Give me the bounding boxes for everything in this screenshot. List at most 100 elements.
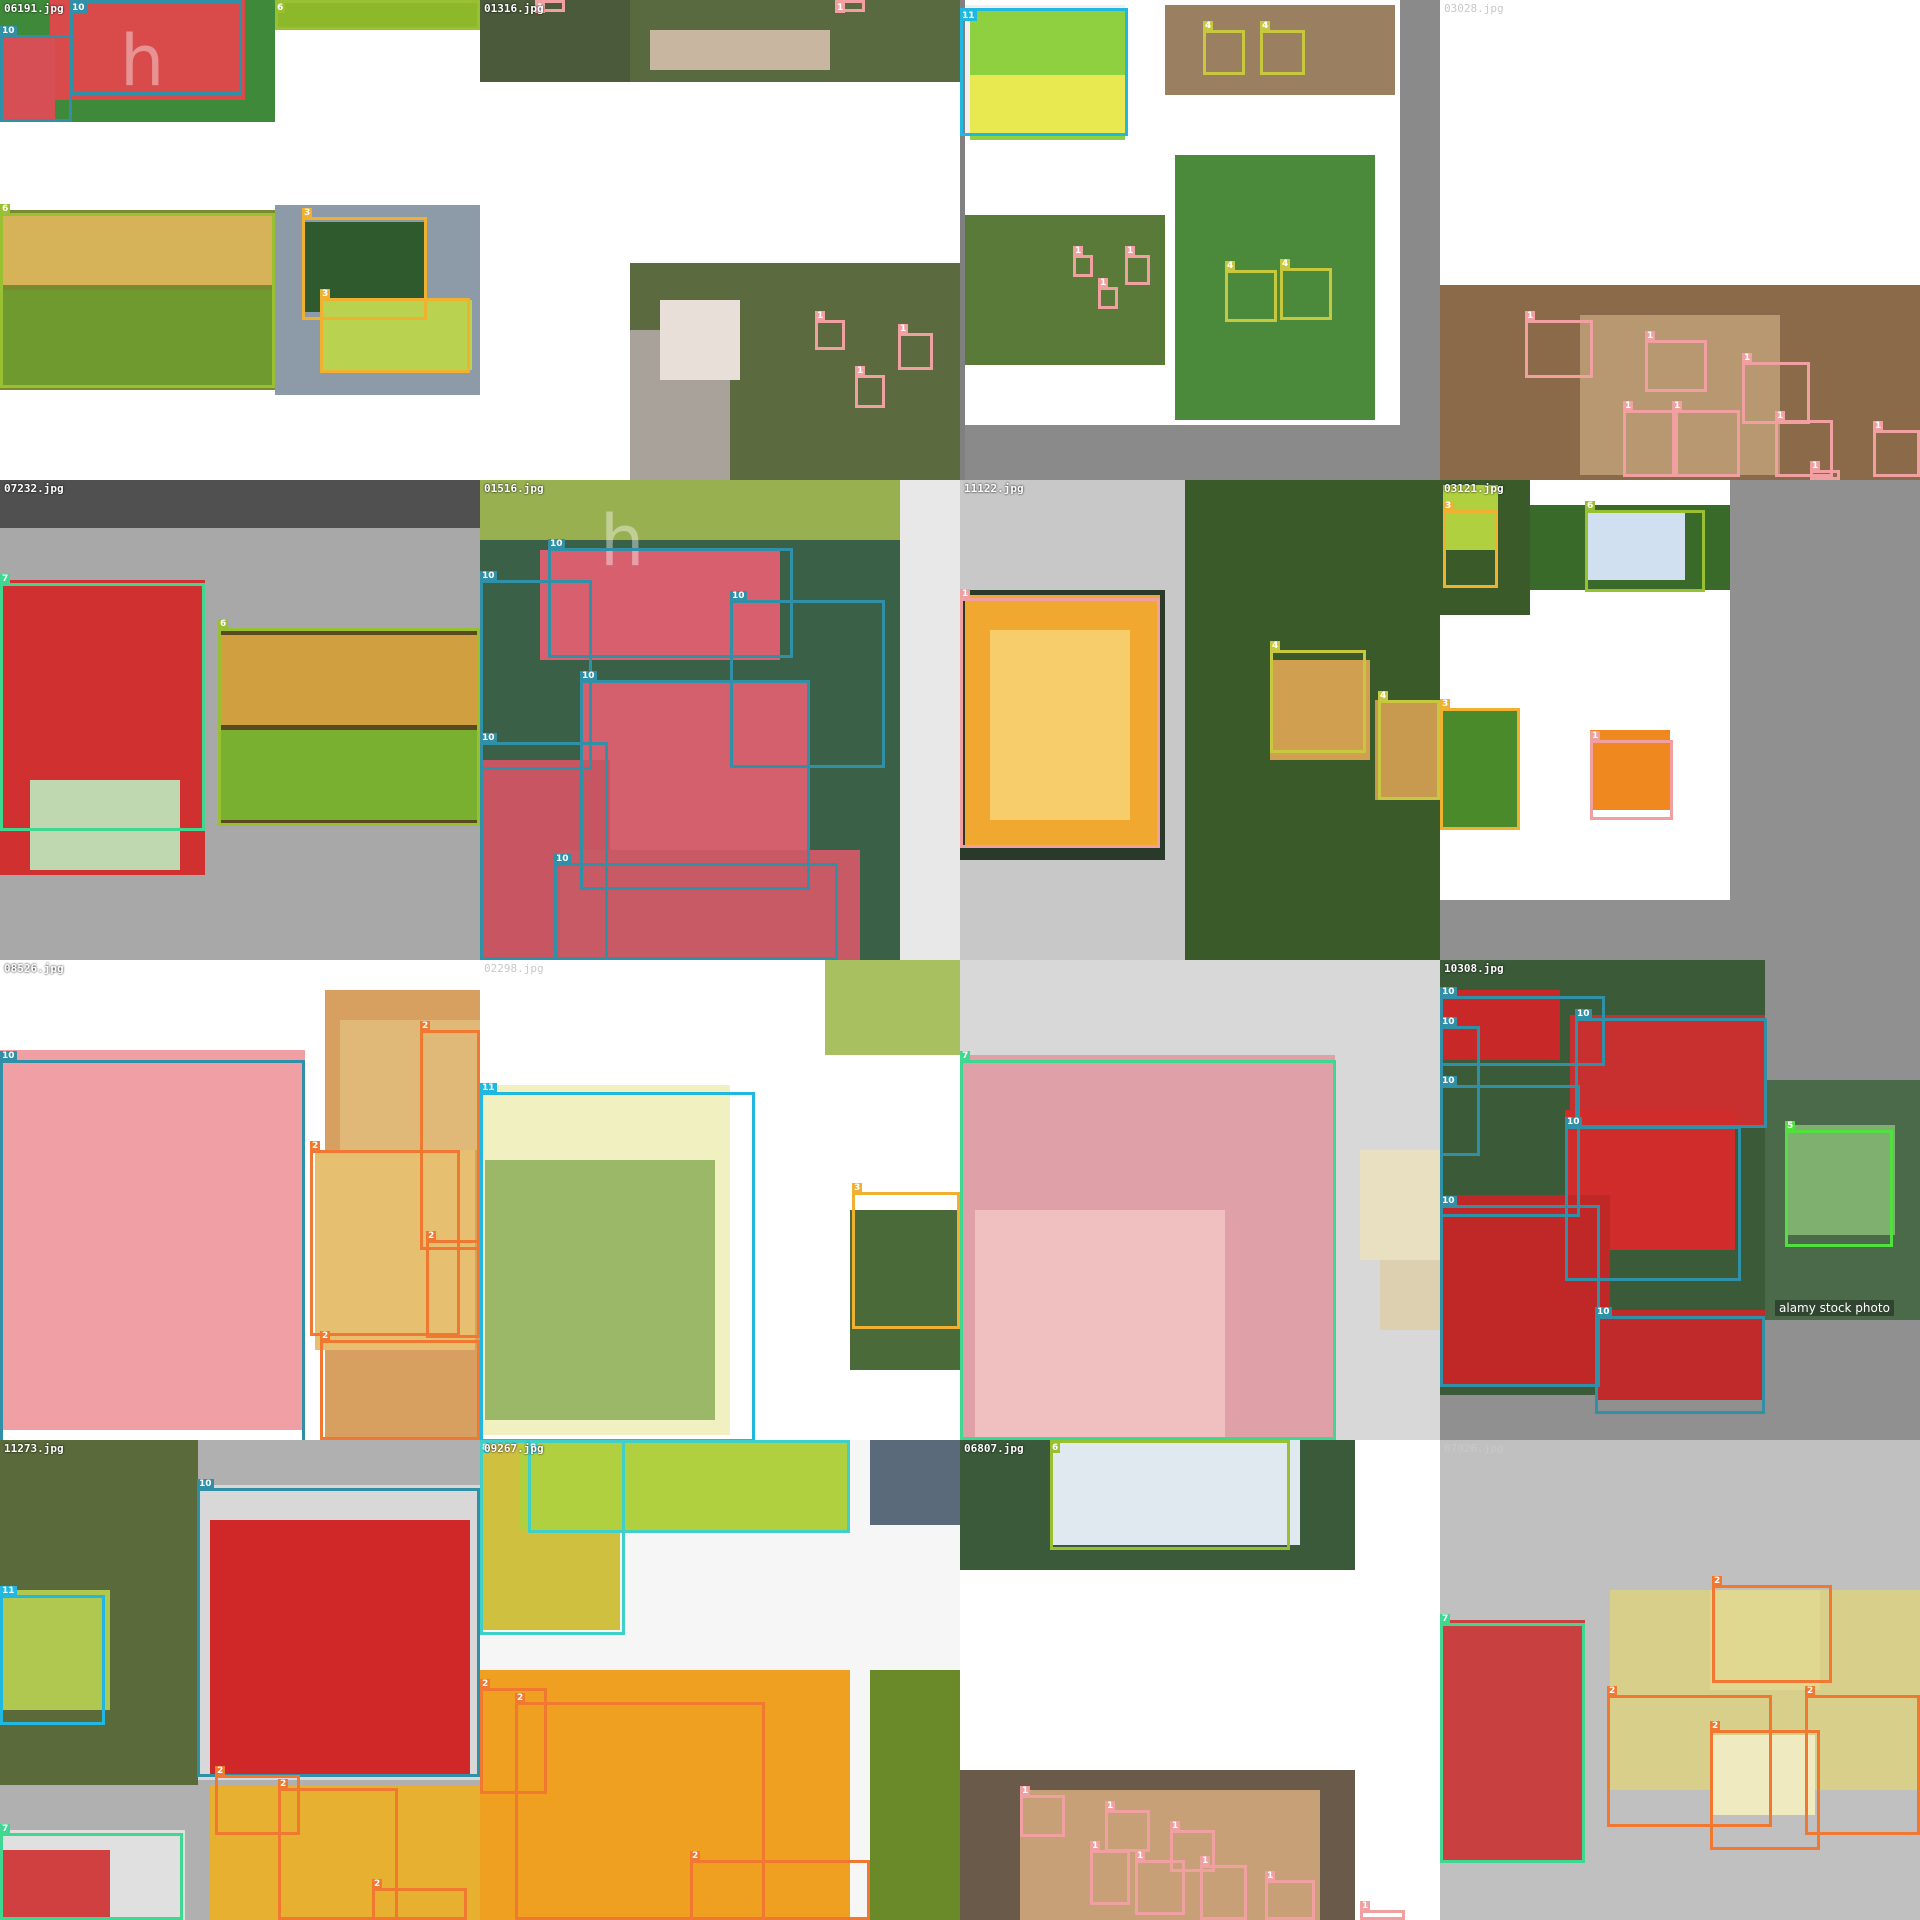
- box-class-label: 6: [0, 204, 11, 214]
- box-class-label: 3: [1443, 501, 1454, 511]
- box-class-label: 10: [548, 539, 565, 549]
- box-class-label: 10: [1595, 1307, 1612, 1317]
- box-class-label: 2: [515, 1693, 526, 1703]
- bounding-box: 1: [1135, 1851, 1185, 1915]
- mosaic-tile: 11 3 02298.jpg: [480, 960, 960, 1440]
- bounding-box: 4: [1225, 261, 1277, 322]
- bounding-box: 3: [1440, 699, 1520, 830]
- tile-filename: 02298.jpg: [484, 962, 544, 975]
- mosaic-tile: 7 6 07232.jpg: [0, 480, 480, 960]
- box-class-label: 2: [1607, 1686, 1618, 1696]
- bounding-box: 4: [1280, 259, 1332, 320]
- photo-region: [900, 480, 960, 960]
- bounding-box: 6: [0, 204, 275, 388]
- bounding-box: 1: [1125, 246, 1150, 285]
- bounding-box: 10: [1440, 1196, 1600, 1387]
- photo-region: [825, 960, 960, 1055]
- bounding-box: 7: [0, 574, 205, 831]
- photo-region: [1380, 1260, 1440, 1330]
- bounding-box: 11: [960, 8, 1128, 136]
- box-class-label: 1: [1775, 411, 1786, 421]
- tile-filename: 11273.jpg: [4, 1442, 64, 1455]
- bounding-box: 10: [580, 671, 810, 890]
- box-class-label: 1: [1873, 421, 1884, 431]
- mosaic-tile: 10 10 10 10 10 10 10 5 alamy stock photo 10308.jp…: [1440, 960, 1920, 1440]
- box-class-label: 1: [1265, 1871, 1276, 1881]
- box-class-label: 5: [1785, 1121, 1796, 1131]
- photo-region: [660, 300, 740, 380]
- tile-filename: 07026.jpg: [1444, 1442, 1504, 1455]
- bounding-box: 1: [1265, 1871, 1315, 1920]
- mosaic-tile: 7: [960, 960, 1440, 1440]
- watermark-text: alamy stock photo: [1775, 1300, 1894, 1316]
- box-class-label: 11: [480, 1083, 497, 1093]
- box-class-label: 2: [372, 1879, 383, 1889]
- box-class-label: 1: [1170, 1821, 1181, 1831]
- box-class-label: 10: [1440, 1076, 1457, 1086]
- tile-filename: 03028.jpg: [1444, 2, 1504, 15]
- bounding-box: 1: [898, 324, 933, 370]
- mosaic-tile: 1 4 4 11122.jpg: [960, 480, 1440, 960]
- box-class-label: 1: [1135, 1851, 1146, 1861]
- mosaic-tile: 1 1 1 1 1 01316.jpg: [480, 0, 960, 480]
- tile-filename: 07232.jpg: [4, 482, 64, 495]
- bounding-box: 1: [855, 366, 885, 408]
- bounding-box: 6: [1585, 501, 1705, 592]
- box-class-label: 7: [0, 1824, 11, 1834]
- box-class-label: 1: [1200, 1856, 1211, 1866]
- bounding-box: 5: [1785, 1121, 1893, 1247]
- box-class-label: 10: [1440, 987, 1457, 997]
- box-class-label: 1: [1590, 731, 1601, 741]
- mosaic-tile: 10 10 10 10 10 10 h 01516.jpg: [480, 480, 960, 960]
- box-class-label: 2: [320, 1331, 331, 1341]
- bounding-box: 10: [1440, 1076, 1580, 1217]
- bounding-box: 10: [197, 1479, 480, 1777]
- mosaic-tile: 6 1 1 1 1 1 1 1 1 06807.jpg: [960, 1440, 1440, 1920]
- mosaic-tile: 8 8 2 2 2 09267.jpg: [480, 1440, 960, 1920]
- box-class-label: 2: [420, 1021, 431, 1031]
- box-class-label: 3: [320, 289, 331, 299]
- box-class-label: 7: [960, 1051, 971, 1061]
- bounding-box: 10: [554, 854, 838, 960]
- box-class-label: 3: [852, 1183, 863, 1193]
- tile-filename: 06807.jpg: [964, 1442, 1024, 1455]
- tile-filename: 11122.jpg: [964, 482, 1024, 495]
- photo-region: [870, 1670, 960, 1920]
- bounding-box: 2: [426, 1231, 480, 1338]
- bounding-box: 2: [690, 1851, 870, 1920]
- bounding-box: 10: [0, 1051, 305, 1440]
- box-class-label: 4: [1260, 21, 1271, 31]
- mosaic-tile: 7 2 2 2 2 07026.jpg: [1440, 1440, 1920, 1920]
- bounding-box: 2: [320, 1331, 480, 1440]
- mosaic-tile: 11 4 4 4 4 1 1 1: [960, 0, 1440, 480]
- box-class-label: 1: [1090, 1841, 1101, 1851]
- box-class-label: 2: [215, 1766, 226, 1776]
- box-class-label: 10: [480, 733, 497, 743]
- bounding-box: 6: [1050, 1440, 1290, 1550]
- box-class-label: 10: [1440, 1017, 1457, 1027]
- box-class-label: 1: [855, 366, 866, 376]
- box-class-label: 1: [1742, 353, 1753, 363]
- tile-filename: 01316.jpg: [484, 2, 544, 15]
- bounding-box: 1: [1200, 1856, 1247, 1920]
- bounding-box: 2: [1710, 1721, 1820, 1850]
- bounding-box: 1: [1810, 461, 1840, 480]
- box-class-label: 1: [1020, 1786, 1031, 1796]
- tile-filename: 09267.jpg: [484, 1442, 544, 1455]
- mosaic-tile: 3 6 3 1 03121.jpg: [1440, 480, 1920, 960]
- bounding-box: 1: [1672, 401, 1740, 477]
- box-class-label: 1: [835, 3, 846, 13]
- box-class-label: 1: [1623, 401, 1634, 411]
- box-class-label: 10: [480, 571, 497, 581]
- box-class-label: 4: [1270, 641, 1281, 651]
- box-class-label: 10: [0, 1051, 17, 1061]
- bounding-box: 1: [815, 311, 845, 350]
- mosaic-grid: 1010663333h06191.jpg1111101316.jpg114444…: [0, 0, 1920, 1920]
- bounding-box: 1: [1623, 401, 1678, 477]
- bounding-box: 1: [1525, 311, 1593, 378]
- bounding-box: 3: [852, 1183, 960, 1329]
- bounding-box: 11: [0, 1586, 105, 1725]
- box-class-label: 10: [554, 854, 571, 864]
- box-class-label: 11: [0, 1586, 17, 1596]
- box-class-label: 10: [0, 26, 17, 36]
